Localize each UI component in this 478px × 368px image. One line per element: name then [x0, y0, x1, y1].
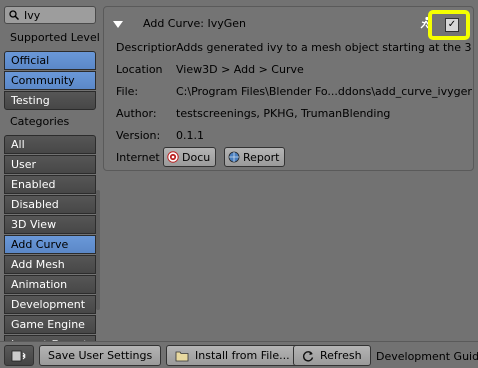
- category-user[interactable]: User: [4, 155, 96, 174]
- supported-level-heading: Supported Level: [10, 31, 100, 44]
- supported-level-list: Official Community Testing: [4, 51, 96, 110]
- field-value: C:\Program Files\Blender Fo...ddons\add_…: [176, 85, 472, 98]
- field-value: testscreenings, PKHG, TrumanBlending: [176, 107, 391, 120]
- field-value: View3D > Add > Curve: [176, 63, 304, 76]
- settings-icon: [11, 350, 26, 361]
- development-guides-label[interactable]: Development Guides: [376, 350, 478, 363]
- field-value: 0.1.1: [176, 129, 204, 142]
- categories-list: All User Enabled Disabled 3D View Add Cu…: [4, 135, 96, 354]
- url-icon: [228, 151, 240, 163]
- report-button[interactable]: Report: [224, 147, 286, 167]
- category-3d-view[interactable]: 3D View: [4, 215, 96, 234]
- categories-heading: Categories: [10, 115, 70, 128]
- category-add-curve[interactable]: Add Curve: [4, 235, 96, 254]
- scrollbar[interactable]: [96, 190, 100, 310]
- search-field[interactable]: Ivy: [4, 6, 96, 24]
- category-animation[interactable]: Animation: [4, 275, 96, 294]
- enable-addon-checkbox[interactable]: ✓: [445, 18, 459, 32]
- level-testing-button[interactable]: Testing: [4, 91, 96, 110]
- field-label: Description: [116, 41, 176, 54]
- refresh-button[interactable]: Refresh: [293, 345, 371, 366]
- install-from-file-label: Install from File...: [195, 349, 290, 362]
- category-game-engine[interactable]: Game Engine: [4, 315, 96, 334]
- addon-title: Add Curve: IvyGen: [143, 17, 246, 30]
- category-development[interactable]: Development: [4, 295, 96, 314]
- category-disabled[interactable]: Disabled: [4, 195, 96, 214]
- save-user-settings-button[interactable]: Save User Settings: [39, 345, 162, 366]
- field-label: Version:: [116, 129, 161, 142]
- category-add-mesh[interactable]: Add Mesh: [4, 255, 96, 274]
- level-community-button[interactable]: Community: [4, 71, 96, 90]
- category-enabled[interactable]: Enabled: [4, 175, 96, 194]
- search-input[interactable]: Ivy: [24, 9, 40, 22]
- field-label: File:: [116, 85, 139, 98]
- level-official-button[interactable]: Official: [4, 51, 96, 70]
- docu-button[interactable]: Docu: [163, 147, 217, 167]
- field-value: Adds generated ivy to a mesh object star…: [176, 41, 472, 54]
- internet-label: Internet: [116, 151, 160, 164]
- addon-panel: Add Curve: IvyGen ✓ Description Adds gen…: [103, 6, 474, 171]
- report-label: Report: [243, 150, 280, 164]
- editor-type-menu[interactable]: [4, 345, 34, 366]
- bottom-toolbar: Save User Settings Install from File... …: [0, 341, 478, 368]
- refresh-label: Refresh: [320, 349, 362, 362]
- search-icon: [9, 10, 19, 20]
- help-icon: [167, 151, 179, 163]
- field-label: Author:: [116, 107, 157, 120]
- category-all[interactable]: All: [4, 135, 96, 154]
- install-from-file-button[interactable]: Install from File...: [166, 345, 299, 366]
- docu-label: Docu: [182, 150, 211, 164]
- folder-icon: [175, 351, 189, 361]
- refresh-icon: [302, 350, 314, 361]
- save-user-settings-label: Save User Settings: [48, 349, 153, 362]
- field-label: Location: [116, 63, 163, 76]
- disclosure-triangle-icon[interactable]: [113, 21, 123, 28]
